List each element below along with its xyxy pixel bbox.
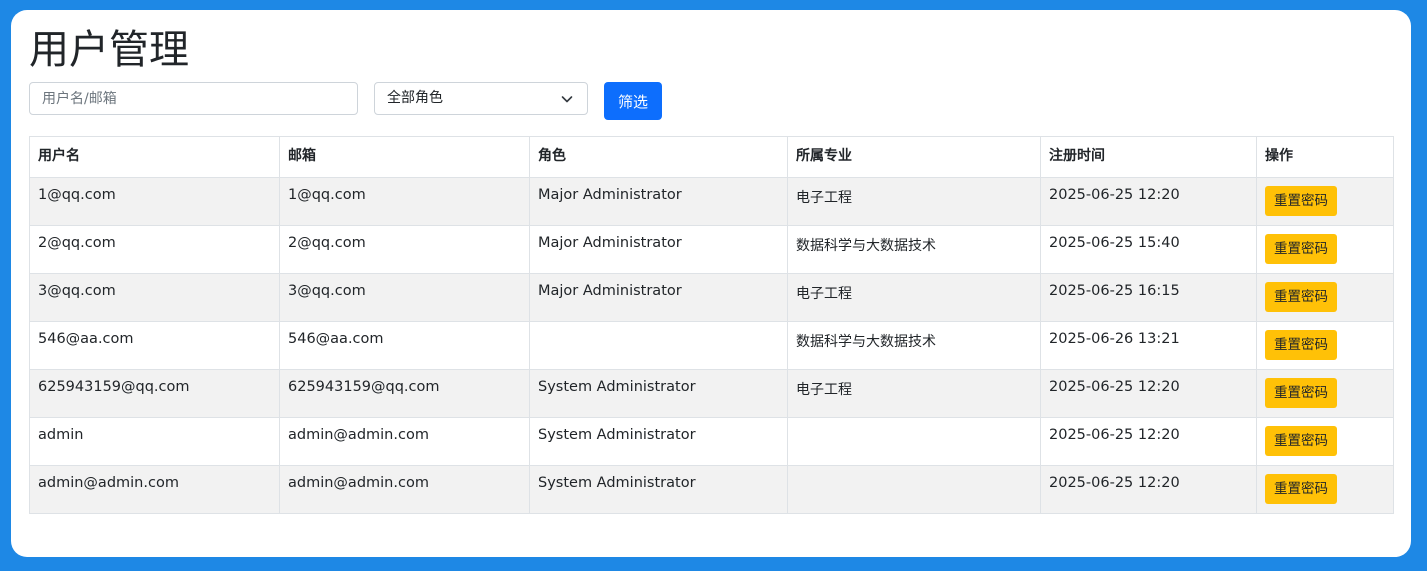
reset-password-button[interactable]: 重置密码 — [1265, 186, 1337, 216]
cell-username: 546@aa.com — [29, 321, 280, 370]
reset-password-button[interactable]: 重置密码 — [1265, 426, 1337, 456]
cell-registered: 2025-06-25 12:20 — [1040, 369, 1257, 418]
table-row: admin admin@admin.com System Administrat… — [29, 417, 1394, 466]
cell-actions: 重置密码 — [1256, 273, 1394, 322]
cell-actions: 重置密码 — [1256, 321, 1394, 370]
cell-registered: 2025-06-25 15:40 — [1040, 225, 1257, 274]
table-row: admin@admin.com admin@admin.com System A… — [29, 465, 1394, 514]
reset-password-button[interactable]: 重置密码 — [1265, 474, 1337, 504]
cell-email: 546@aa.com — [279, 321, 530, 370]
cell-actions: 重置密码 — [1256, 465, 1394, 514]
cell-username: 625943159@qq.com — [29, 369, 280, 418]
reset-password-button[interactable]: 重置密码 — [1265, 330, 1337, 360]
chevron-down-icon — [561, 96, 573, 103]
cell-major — [787, 417, 1041, 466]
cell-role: Major Administrator — [529, 273, 788, 322]
header-actions: 操作 — [1256, 136, 1394, 178]
cell-major — [787, 465, 1041, 514]
table-row: 3@qq.com 3@qq.com Major Administrator 电子… — [29, 273, 1394, 322]
search-input[interactable] — [29, 82, 358, 115]
cell-email: 625943159@qq.com — [279, 369, 530, 418]
table-header-row: 用户名 邮箱 角色 所属专业 注册时间 操作 — [29, 136, 1394, 178]
cell-major: 电子工程 — [787, 369, 1041, 418]
cell-role: System Administrator — [529, 417, 788, 466]
header-major[interactable]: 所属专业 — [787, 136, 1041, 178]
main-card: 用户管理 全部角色 筛选 用户名 邮箱 角色 所属专业 注册时间 — [11, 10, 1411, 557]
table-row: 546@aa.com 546@aa.com 数据科学与大数据技术 2025-06… — [29, 321, 1394, 370]
cell-registered: 2025-06-25 12:20 — [1040, 177, 1257, 226]
cell-major: 数据科学与大数据技术 — [787, 321, 1041, 370]
users-table: 用户名 邮箱 角色 所属专业 注册时间 操作 1@qq.com 1@qq.com… — [29, 136, 1394, 514]
cell-actions: 重置密码 — [1256, 369, 1394, 418]
header-role[interactable]: 角色 — [529, 136, 788, 178]
cell-registered: 2025-06-26 13:21 — [1040, 321, 1257, 370]
reset-password-button[interactable]: 重置密码 — [1265, 234, 1337, 264]
cell-role: Major Administrator — [529, 177, 788, 226]
table-row: 1@qq.com 1@qq.com Major Administrator 电子… — [29, 177, 1394, 226]
header-email[interactable]: 邮箱 — [279, 136, 530, 178]
header-username[interactable]: 用户名 — [29, 136, 280, 178]
role-select-value: 全部角色 — [387, 90, 443, 106]
table-row: 625943159@qq.com 625943159@qq.com System… — [29, 369, 1394, 418]
reset-password-button[interactable]: 重置密码 — [1265, 378, 1337, 408]
cell-email: admin@admin.com — [279, 417, 530, 466]
cell-role: Major Administrator — [529, 225, 788, 274]
cell-actions: 重置密码 — [1256, 177, 1394, 226]
cell-username: admin — [29, 417, 280, 466]
cell-role — [529, 321, 788, 370]
table-row: 2@qq.com 2@qq.com Major Administrator 数据… — [29, 225, 1394, 274]
cell-role: System Administrator — [529, 465, 788, 514]
cell-actions: 重置密码 — [1256, 417, 1394, 466]
cell-username: 1@qq.com — [29, 177, 280, 226]
role-select[interactable]: 全部角色 — [374, 82, 588, 115]
cell-email: 1@qq.com — [279, 177, 530, 226]
cell-username: 3@qq.com — [29, 273, 280, 322]
filter-button[interactable]: 筛选 — [604, 82, 662, 120]
page-title: 用户管理 — [29, 27, 189, 73]
reset-password-button[interactable]: 重置密码 — [1265, 282, 1337, 312]
header-registered[interactable]: 注册时间 — [1040, 136, 1257, 178]
cell-username: 2@qq.com — [29, 225, 280, 274]
cell-registered: 2025-06-25 12:20 — [1040, 465, 1257, 514]
cell-email: admin@admin.com — [279, 465, 530, 514]
cell-major: 电子工程 — [787, 273, 1041, 322]
cell-role: System Administrator — [529, 369, 788, 418]
cell-major: 电子工程 — [787, 177, 1041, 226]
cell-registered: 2025-06-25 16:15 — [1040, 273, 1257, 322]
cell-email: 2@qq.com — [279, 225, 530, 274]
cell-major: 数据科学与大数据技术 — [787, 225, 1041, 274]
cell-username: admin@admin.com — [29, 465, 280, 514]
cell-email: 3@qq.com — [279, 273, 530, 322]
cell-registered: 2025-06-25 12:20 — [1040, 417, 1257, 466]
cell-actions: 重置密码 — [1256, 225, 1394, 274]
